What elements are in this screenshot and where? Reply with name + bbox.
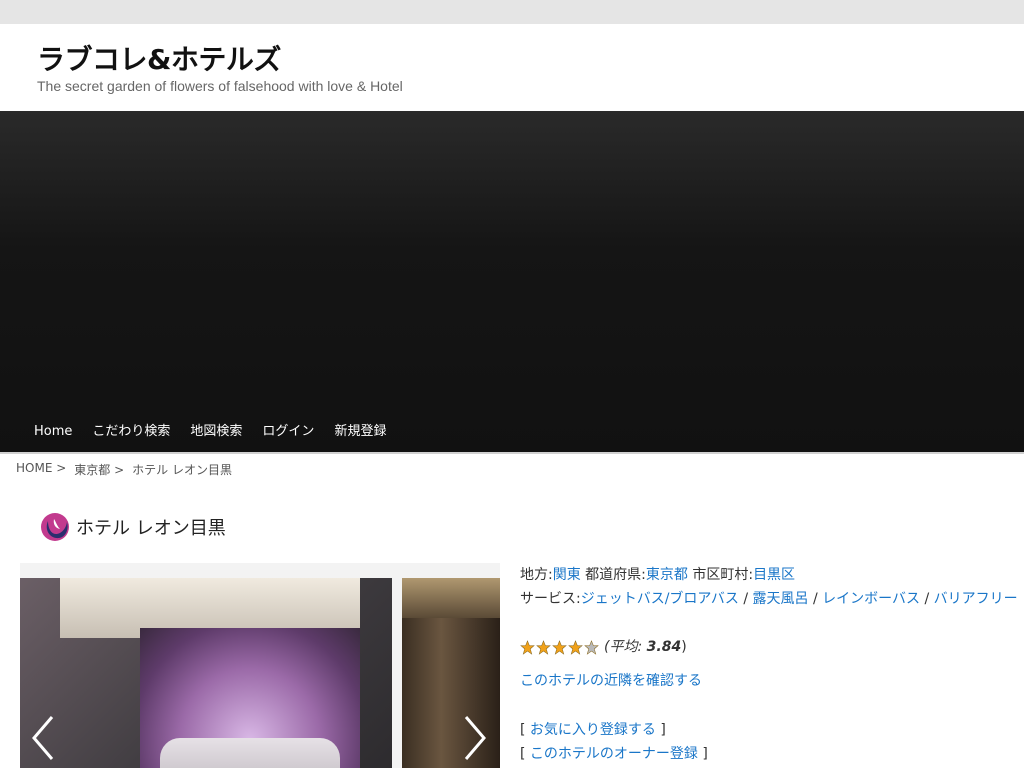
- rating-close: ): [681, 639, 687, 655]
- breadcrumb-home[interactable]: HOME >: [16, 461, 66, 478]
- hero-banner: Home こだわり検索 地図検索 ログイン 新規登録: [0, 111, 1024, 454]
- region-link[interactable]: 関東: [553, 567, 581, 583]
- service-link-rainbow-bath[interactable]: レインボーバス: [822, 591, 920, 607]
- nav-item-register[interactable]: 新規登録: [324, 417, 396, 447]
- photo-gallery[interactable]: [20, 563, 500, 768]
- location-row: 地方:関東 都道府県:東京都 市区町村:目黒区: [520, 563, 1018, 587]
- city-label: 市区町村:: [692, 567, 754, 583]
- owner-row: [ このホテルのオーナー登録 ]: [520, 746, 708, 762]
- site-description: The secret garden of flowers of falsehoo…: [37, 78, 403, 94]
- star-icon[interactable]: [552, 639, 567, 655]
- breadcrumb-current: ホテル レオン目黒: [132, 463, 232, 477]
- star-icon[interactable]: [520, 639, 535, 655]
- rating-average: (平均: 3.84: [604, 639, 682, 655]
- services-row: サービス:ジェットバス/ブロアバス / 露天風呂 / レインボーバス / バリア…: [520, 587, 1018, 611]
- service-link-outdoor-bath[interactable]: 露天風呂: [753, 591, 809, 607]
- chevron-right-icon[interactable]: [460, 713, 490, 763]
- owner-link[interactable]: このホテルのオーナー登録: [530, 746, 698, 762]
- favorite-link[interactable]: お気に入り登録する: [530, 722, 656, 738]
- prefecture-link[interactable]: 東京都: [646, 567, 688, 583]
- breadcrumb-prefecture[interactable]: 東京都 >: [74, 461, 124, 478]
- service-link-jetbath[interactable]: ジェットバス/ブロアバス: [581, 591, 739, 607]
- site-title[interactable]: ラブコレ&ホテルズ: [37, 38, 281, 78]
- nav-item-home[interactable]: Home: [24, 417, 82, 447]
- nearby-row: このホテルの近隣を確認する: [520, 669, 1018, 693]
- service-separator: /: [743, 591, 749, 607]
- hotel-info: 地方:関東 都道府県:東京都 市区町村:目黒区 サービス:ジェットバス/ブロアバ…: [520, 563, 1018, 766]
- city-link[interactable]: 目黒区: [753, 567, 795, 583]
- nearby-link[interactable]: このホテルの近隣を確認する: [520, 673, 702, 689]
- nav-item-login[interactable]: ログイン: [252, 417, 324, 447]
- top-bar: [0, 0, 1024, 24]
- swirl-logo-icon: [41, 513, 69, 541]
- service-separator: /: [924, 591, 930, 607]
- chevron-left-icon[interactable]: [28, 713, 58, 763]
- breadcrumb: HOME > 東京都 > ホテル レオン目黒: [16, 461, 232, 478]
- rating-row: (平均: 3.84): [520, 635, 1018, 659]
- star-icon[interactable]: [584, 639, 599, 655]
- nav-item-detailed-search[interactable]: こだわり検索: [82, 417, 180, 447]
- nav-item-map-search[interactable]: 地図検索: [180, 417, 252, 447]
- star-icon[interactable]: [568, 639, 583, 655]
- service-link-barrier-free[interactable]: バリアフリー: [934, 591, 1018, 607]
- page-title: ホテル レオン目黒: [76, 518, 226, 539]
- room-photo-1: [20, 578, 392, 768]
- region-label: 地方:: [520, 567, 553, 583]
- main-nav: Home こだわり検索 地図検索 ログイン 新規登録: [24, 417, 396, 447]
- rating-value: 3.84: [646, 639, 682, 655]
- favorite-row: [ お気に入り登録する ]: [520, 722, 666, 738]
- site-header: ラブコレ&ホテルズ The secret garden of flowers o…: [0, 24, 1024, 111]
- hero-divider: [0, 452, 1024, 454]
- service-separator: /: [812, 591, 818, 607]
- services-label: サービス:: [520, 591, 581, 607]
- star-icon[interactable]: [536, 639, 551, 655]
- page-title-row: ホテル レオン目黒: [40, 512, 226, 542]
- prefecture-label: 都道府県:: [585, 567, 646, 583]
- star-rating[interactable]: [520, 639, 600, 655]
